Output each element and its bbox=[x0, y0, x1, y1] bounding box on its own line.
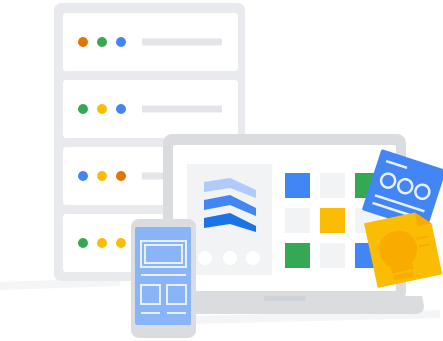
status-light bbox=[97, 104, 107, 114]
server-rack bbox=[63, 13, 238, 71]
status-light bbox=[116, 171, 126, 181]
status-light bbox=[116, 238, 126, 248]
status-light bbox=[78, 171, 88, 181]
status-light bbox=[97, 37, 107, 47]
status-light bbox=[78, 104, 88, 114]
laptop-tile-grid bbox=[285, 173, 380, 268]
status-light bbox=[97, 171, 107, 181]
carousel-dot bbox=[246, 251, 260, 265]
status-light bbox=[78, 37, 88, 47]
rack-label-bar bbox=[142, 38, 222, 46]
devices-illustration bbox=[0, 3, 443, 338]
illustration bbox=[0, 0, 443, 341]
status-light bbox=[97, 238, 107, 248]
carousel-dots bbox=[198, 251, 260, 265]
laptop-notch bbox=[264, 296, 306, 301]
status-light bbox=[116, 37, 126, 47]
status-light bbox=[116, 104, 126, 114]
grid-tile bbox=[285, 208, 310, 233]
server-rack bbox=[63, 80, 238, 138]
carousel-dot bbox=[223, 251, 237, 265]
rack-label-bar bbox=[142, 105, 222, 113]
phone bbox=[131, 219, 196, 338]
carousel-dot bbox=[198, 251, 212, 265]
grid-tile bbox=[285, 173, 310, 198]
lightbulb-note-icon bbox=[364, 212, 443, 288]
status-light bbox=[78, 238, 88, 248]
grid-tile bbox=[320, 243, 345, 268]
grid-tile bbox=[285, 243, 310, 268]
grid-tile bbox=[320, 208, 345, 233]
grid-tile bbox=[320, 173, 345, 198]
